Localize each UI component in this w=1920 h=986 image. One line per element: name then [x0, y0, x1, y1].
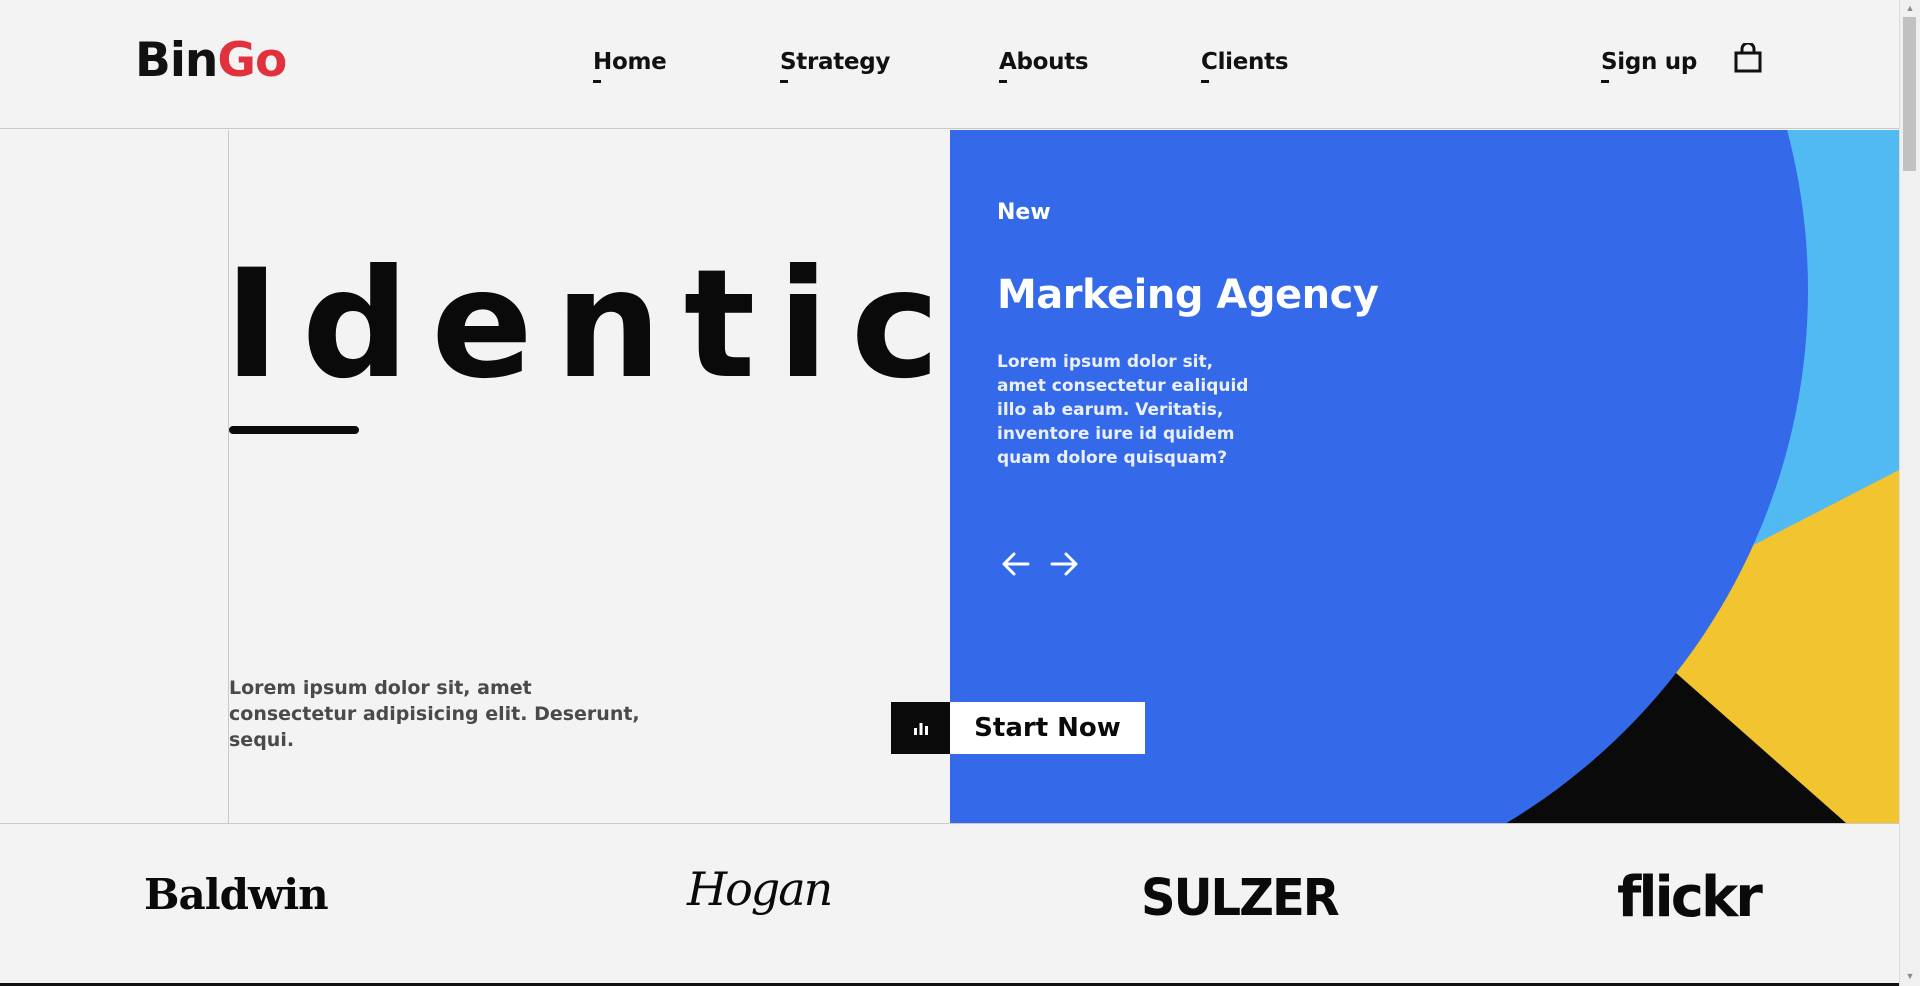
signup-link[interactable]: Sign up [1601, 47, 1697, 83]
slide-badge: New [997, 200, 1051, 225]
hero-description: Lorem ipsum dolor sit, amet consectetur … [229, 677, 640, 751]
nav-home[interactable]: Home [593, 47, 667, 83]
brand-logo-sulzer: SULZER [1141, 868, 1340, 928]
arrow-left-icon[interactable] [1000, 549, 1032, 579]
bar-chart-icon [913, 723, 928, 735]
shopping-bag-icon[interactable] [1734, 41, 1762, 73]
scrollbar-thumb[interactable] [1903, 17, 1916, 171]
brand-logo-baldwin: Baldwin [144, 870, 329, 919]
start-now-button[interactable]: Start Now [950, 702, 1145, 754]
logo-text-go: Go [217, 33, 287, 88]
scroll-up-icon[interactable]: ▲ [1904, 2, 1916, 14]
arrow-right-icon[interactable] [1048, 549, 1080, 579]
hero-headline: Identic [224, 238, 962, 412]
scroll-down-icon[interactable]: ▼ [1904, 970, 1916, 982]
slide-title: Markeing Agency [997, 272, 1379, 318]
logo-text-bin: Bin [135, 33, 218, 88]
headline-underline [229, 426, 359, 434]
nav-strategy[interactable]: Strategy [780, 47, 890, 83]
nav-clients[interactable]: Clients [1201, 47, 1289, 83]
start-now-icon-button[interactable] [891, 702, 950, 754]
brand-logo-flickr: flickr [1617, 865, 1763, 930]
slide-text: Lorem ipsum dolor sit, amet consectetur … [997, 352, 1249, 468]
nav-abouts[interactable]: Abouts [999, 47, 1089, 83]
site-logo[interactable]: BinGo [135, 33, 287, 88]
brand-logo-hogan: Hogan [687, 862, 833, 916]
